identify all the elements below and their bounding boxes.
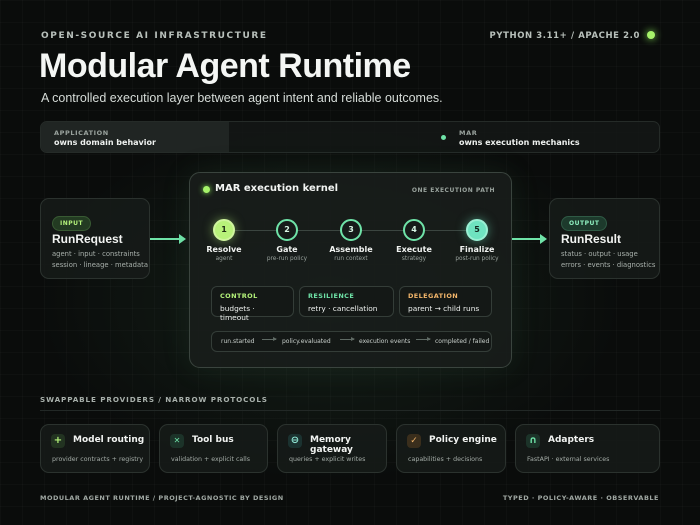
kernel-path-tag: ONE EXECUTION PATH xyxy=(411,187,495,194)
plus-icon: + xyxy=(51,434,65,448)
provider-sub: validation + explicit calls xyxy=(171,456,251,463)
check-icon: ✓ xyxy=(407,434,421,448)
footer-left: MODULAR AGENT RUNTIME / PROJECT-AGNOSTIC… xyxy=(40,494,284,502)
step-number: 5 xyxy=(466,219,488,241)
provider-tool-bus: ✕ Tool bus validation + explicit calls xyxy=(159,424,268,473)
footer-right: TYPED · POLICY-AWARE · OBSERVABLE xyxy=(502,494,659,502)
output-card: OUTPUT RunResult status · output · usage… xyxy=(549,198,660,279)
event-item: run.started xyxy=(221,338,255,345)
input-title: RunRequest xyxy=(52,232,123,246)
output-line-1: status · output · usage xyxy=(561,250,638,258)
step-number: 3 xyxy=(340,219,362,241)
execution-kernel: MAR execution kernel ONE EXECUTION PATH … xyxy=(189,172,512,368)
step-assemble: 3 Assemble run context xyxy=(321,219,381,262)
step-name: Gate xyxy=(276,245,298,254)
step-resolve: 1 Resolve agent xyxy=(194,219,254,262)
input-arrow-icon xyxy=(150,234,186,244)
application-value: owns domain behavior xyxy=(54,138,156,147)
provider-sub: FastAPI · external services xyxy=(527,456,610,463)
provider-title: Adapters xyxy=(548,435,595,445)
provider-sub: queries + explicit writes xyxy=(289,456,366,463)
provider-sub: provider contracts + registry xyxy=(52,456,144,463)
step-finalize: 5 Finalize post-run policy xyxy=(447,219,507,262)
provider-model-routing: + Model routing provider contracts + reg… xyxy=(40,424,150,473)
resilience-value: retry · cancellation xyxy=(308,304,378,313)
providers-section-label: SWAPPABLE PROVIDERS / NARROW PROTOCOLS xyxy=(40,395,268,404)
provider-sub: capabilities + decisions xyxy=(408,456,483,463)
step-number: 4 xyxy=(403,219,425,241)
output-title: RunResult xyxy=(561,232,621,246)
provider-title: Tool bus xyxy=(192,435,234,445)
step-sub: pre-run policy xyxy=(266,256,308,262)
provider-title: Policy engine xyxy=(429,435,497,445)
input-card: INPUT RunRequest agent · input · constra… xyxy=(40,198,150,279)
output-arrow-icon xyxy=(512,234,547,244)
delegation-panel: DELEGATION parent → child runs xyxy=(399,286,492,317)
cross-tools-icon: ✕ xyxy=(170,434,184,448)
section-divider xyxy=(40,410,660,411)
event-arrow-icon xyxy=(416,337,431,341)
eyebrow-label: OPEN-SOURCE AI INFRASTRUCTURE xyxy=(41,31,268,41)
event-item: policy.evaluated xyxy=(282,338,331,345)
step-sub: agent xyxy=(215,256,233,262)
provider-title: Model routing xyxy=(73,435,145,445)
step-name: Finalize xyxy=(459,245,495,254)
event-arrow-icon xyxy=(262,337,277,341)
step-name: Execute xyxy=(396,245,432,254)
provider-memory-gateway: ⊖ Memory gateway queries + explicit writ… xyxy=(277,424,387,473)
step-number: 2 xyxy=(276,219,298,241)
control-panel: CONTROL budgets · timeout xyxy=(211,286,294,322)
output-line-2: errors · events · diagnostics xyxy=(561,261,656,269)
input-line-1: agent · input · constraints xyxy=(52,250,140,258)
version-license-label: PYTHON 3.11+ / APACHE 2.0 xyxy=(489,31,640,41)
event-item: execution events xyxy=(359,338,411,345)
control-title: CONTROL xyxy=(220,292,258,300)
page-title: Modular Agent Runtime xyxy=(39,47,411,85)
provider-title: Memory gateway xyxy=(310,435,353,455)
application-segment xyxy=(41,122,229,152)
mar-label: MAR xyxy=(459,129,478,137)
arch-icon: ∩ xyxy=(526,434,540,448)
database-icon: ⊖ xyxy=(288,434,302,448)
application-label: APPLICATION xyxy=(54,129,109,137)
event-arrow-icon xyxy=(340,337,355,341)
step-sub: strategy xyxy=(401,256,427,262)
input-badge: INPUT xyxy=(52,216,92,231)
event-item: completed / failed xyxy=(435,338,490,345)
delegation-title: DELEGATION xyxy=(408,292,459,300)
event-stream: run.started policy.evaluated execution e… xyxy=(211,331,492,352)
step-execute: 4 Execute strategy xyxy=(384,219,444,262)
provider-policy-engine: ✓ Policy engine capabilities + decisions xyxy=(396,424,506,473)
control-value: budgets · timeout xyxy=(220,304,255,322)
resilience-title: RESILIENCE xyxy=(308,292,355,300)
step-sub: post-run policy xyxy=(455,256,499,262)
provider-adapters: ∩ Adapters FastAPI · external services xyxy=(515,424,660,473)
step-name: Resolve xyxy=(206,245,242,254)
status-dot-icon xyxy=(647,31,655,39)
input-line-2: session · lineage · metadata xyxy=(52,261,148,269)
kernel-dot-icon xyxy=(203,186,210,193)
step-sub: run context xyxy=(334,256,368,262)
kernel-title: MAR execution kernel xyxy=(215,183,339,194)
step-number: 1 xyxy=(213,219,235,241)
mar-dot-icon xyxy=(441,135,446,140)
step-gate: 2 Gate pre-run policy xyxy=(257,219,317,262)
mar-value: owns execution mechanics xyxy=(459,138,580,147)
page-subtitle: A controlled execution layer between age… xyxy=(41,91,443,105)
delegation-value: parent → child runs xyxy=(408,304,480,313)
step-name: Assemble xyxy=(329,245,373,254)
output-badge: OUTPUT xyxy=(561,216,608,231)
ownership-band: APPLICATION owns domain behavior MAR own… xyxy=(40,121,660,153)
resilience-panel: RESILIENCE retry · cancellation xyxy=(299,286,394,317)
